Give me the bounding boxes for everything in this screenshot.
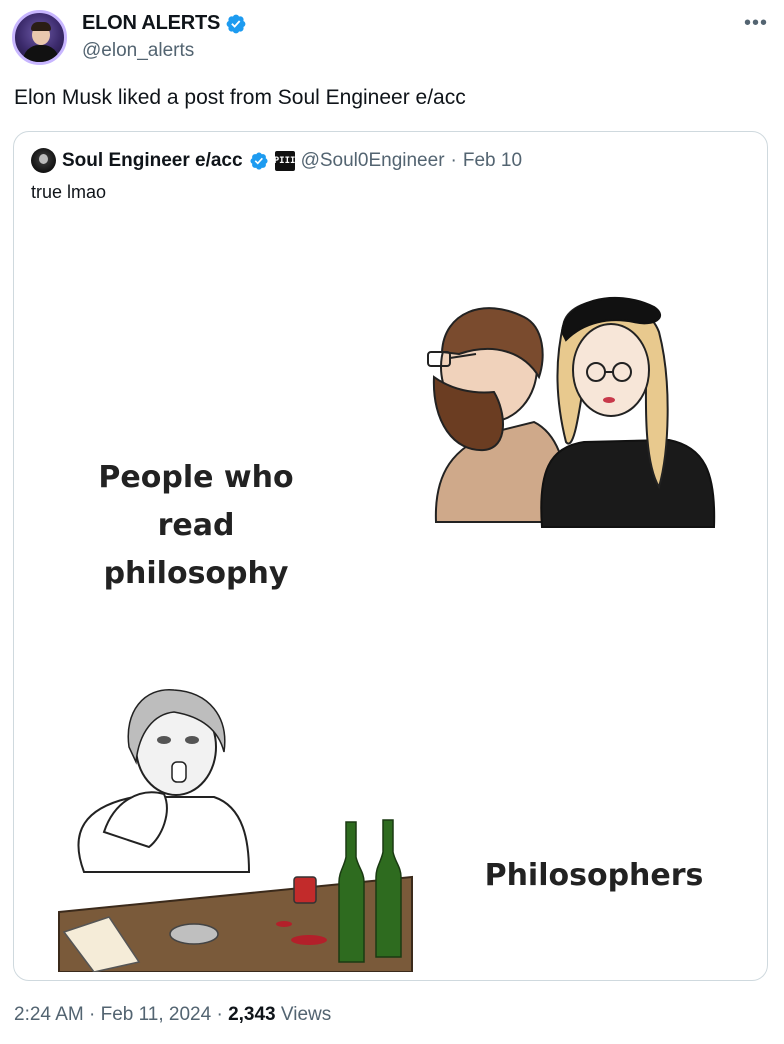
- affiliate-badge: PIII: [274, 150, 295, 171]
- quoted-author-handle[interactable]: @Soul0Engineer: [301, 150, 445, 172]
- meme-label-top: People who read philosophy: [76, 454, 316, 598]
- meme-label-top-line2: philosophy: [103, 556, 289, 591]
- philosopher-illustration: [58, 689, 413, 972]
- verified-badge-icon: [226, 14, 246, 33]
- quoted-author-avatar[interactable]: [31, 148, 56, 173]
- meme-image[interactable]: People who read philosophy Philosophers: [14, 212, 767, 980]
- views-count: 2,343: [228, 1004, 276, 1025]
- quoted-post-date[interactable]: Feb 10: [463, 150, 522, 172]
- footer-separator: ·: [216, 1004, 223, 1025]
- views-label: Views: [280, 1004, 332, 1025]
- quoted-post[interactable]: Soul Engineer e/acc PIII @Soul0Engineer …: [13, 131, 768, 981]
- quoted-post-header: Soul Engineer e/acc PIII @Soul0Engineer …: [31, 148, 522, 173]
- post-date[interactable]: Feb 11, 2024: [101, 1004, 212, 1025]
- couple-illustration: [427, 296, 716, 528]
- quoted-author-name[interactable]: Soul Engineer e/acc: [62, 150, 243, 172]
- author-name-row: ELON ALERTS: [82, 12, 247, 35]
- post-time[interactable]: 2:24 AM: [14, 1004, 84, 1025]
- quoted-post-text: true lmao: [31, 182, 107, 202]
- footer-separator: ·: [89, 1004, 96, 1025]
- meme-label-top-line1: People who read: [98, 460, 294, 543]
- author-avatar[interactable]: [12, 10, 67, 65]
- meme-label-bottom: Philosophers: [484, 858, 704, 893]
- post-header: ELON ALERTS @elon_alerts •••: [12, 10, 772, 68]
- author-handle[interactable]: @elon_alerts: [82, 40, 194, 62]
- meta-separator: ·: [450, 149, 457, 171]
- more-horizontal-icon[interactable]: •••: [744, 12, 768, 35]
- post-footer: 2:24 AM · Feb 11, 2024 · 2,343 Views: [14, 1004, 331, 1026]
- verified-badge-icon: [250, 151, 268, 170]
- post-text: Elon Musk liked a post from Soul Enginee…: [14, 86, 466, 109]
- author-display-name[interactable]: ELON ALERTS: [82, 12, 220, 35]
